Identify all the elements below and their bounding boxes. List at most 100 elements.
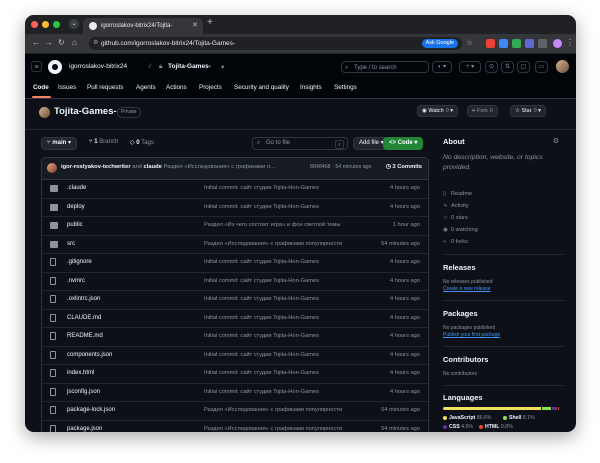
file-row[interactable]: .gitignore Initial commit: сайт студии To… [42,254,428,273]
file-name[interactable]: .oxlintrc.json [67,296,100,302]
file-commit-message[interactable]: Initial commit: сайт студии Tojita-Hon-G… [204,315,374,321]
file-commit-message[interactable]: Initial commit: сайт студии Tojita-Hon-G… [204,185,374,191]
tab-close-icon[interactable]: ✕ [192,18,198,34]
file-name[interactable]: jsconfig.json [67,389,100,395]
file-row[interactable]: public Раздел «Из чего состоит игра» и фо… [42,217,428,236]
watch-button[interactable]: ◉ Watch 0 ▾ [417,105,459,117]
browser-tab-active[interactable]: igorroslakov-bitrix24/Tojita- ✕ [83,18,203,34]
file-commit-message[interactable]: Initial commit: сайт студии Tojita-Hon-G… [204,204,374,210]
github-logo-icon[interactable] [48,60,62,74]
file-row[interactable]: src Раздел «Исследования» с графиками поп… [42,236,428,254]
extension-red-icon[interactable] [486,39,495,48]
inbox-icon[interactable]: ▭ [535,61,548,73]
activity-link[interactable]: ∿ Activity [443,203,469,209]
file-commit-message[interactable]: Initial commit: сайт студии Tojita-Hon-G… [204,352,374,358]
create-new-button[interactable]: + ▾ [459,61,481,73]
new-tab-icon[interactable]: + [207,17,213,28]
file-name[interactable]: CLAUDE.md [67,315,101,321]
star-button[interactable]: ☆ Star 0 ▾ [510,105,546,117]
file-commit-message[interactable]: Раздел «Исследования» с графиками популя… [204,241,374,247]
file-row[interactable]: README.md Initial commit: сайт студии Toj… [42,328,428,347]
issues-icon[interactable]: ⊙ [485,61,498,73]
gear-icon[interactable]: ⚙ [553,137,559,145]
pull-requests-icon[interactable]: ⇅ [501,61,514,73]
breadcrumb-owner[interactable]: igorroslakov-bitrix24 [69,63,127,70]
tab-security[interactable]: Security and quality [234,84,289,91]
tab-insights[interactable]: Insights [300,84,322,91]
reload-icon[interactable]: ↻ [58,38,65,47]
extensions-puzzle-icon[interactable] [538,39,547,48]
file-name[interactable]: src [67,241,75,247]
user-avatar[interactable] [556,60,569,73]
code-button[interactable]: <> Code ▾ [383,137,424,150]
file-row[interactable]: .claude Initial commit: сайт студии Tojit… [42,180,428,199]
file-row[interactable]: CLAUDE.md Initial commit: сайт студии Toj… [42,310,428,328]
global-search-input[interactable]: ⌕ Type / to search [341,61,429,73]
home-icon[interactable]: ⌂ [72,38,77,47]
file-row[interactable]: .nvmrc Initial commit: сайт студии Tojita… [42,273,428,291]
file-name[interactable]: .gitignore [67,259,92,265]
file-row[interactable]: jsconfig.json Initial commit: сайт студии… [42,384,428,402]
extension-green-icon[interactable] [512,39,521,48]
file-name[interactable]: public [67,222,83,228]
repo-name[interactable]: Tojita-Games- [54,106,117,117]
file-commit-message[interactable]: Раздел «Исследования» с графиками популя… [204,426,374,432]
file-row[interactable]: index.html Initial commit: сайт студии To… [42,365,428,384]
minimize-window-dot[interactable] [42,21,49,28]
branch-selector[interactable]: ⑂ main ▾ [41,137,77,150]
file-row[interactable]: package-lock.json Раздел «Исследования» с… [42,402,428,421]
file-name[interactable]: package.json [67,426,102,432]
packages-heading[interactable]: Packages [443,309,478,318]
file-name[interactable]: package-lock.json [67,407,115,413]
tab-search-icon[interactable]: ⌄ [69,19,79,29]
fork-button[interactable]: ⑂ Fork 0 [467,105,498,117]
commit-author-2[interactable]: claude [144,164,162,170]
language-shell[interactable]: Shell 8.1% [503,415,535,421]
commits-count[interactable]: ◷ 3 Commits [386,164,422,170]
file-commit-message[interactable]: Initial commit: сайт студии Tojita-Hon-G… [204,259,374,265]
tab-actions[interactable]: Actions [166,84,187,91]
commit-message[interactable]: Раздел «Исследования» с графиками п... [164,164,275,170]
stars-link[interactable]: ☆ 0 stars [443,215,468,221]
file-name[interactable]: components.json [67,352,112,358]
file-commit-message[interactable]: Initial commit: сайт студии Tojita-Hon-G… [204,389,374,395]
file-commit-message[interactable]: Initial commit: сайт студии Tojita-Hon-G… [204,370,374,376]
language-html[interactable]: HTML 0.8% [479,424,513,430]
file-commit-message[interactable]: Раздел «Исследования» с графиками популя… [204,407,374,413]
file-name[interactable]: README.md [67,333,103,339]
file-commit-message[interactable]: Initial commit: сайт студии Tojita-Hon-G… [204,296,374,302]
file-name[interactable]: .nvmrc [67,278,85,284]
file-name[interactable]: index.html [67,370,94,376]
back-arrow-icon[interactable]: ← [32,38,40,47]
publish-package-link[interactable]: Publish your first package [443,332,500,338]
maximize-window-dot[interactable] [53,21,60,28]
branches-link[interactable]: ⑂ 1 Branch [89,139,118,145]
go-to-file-input[interactable]: ⌕ Go to file t [252,137,348,150]
tab-projects[interactable]: Projects [199,84,222,91]
file-row[interactable]: package.json Раздел «Исследования» с граф… [42,421,428,432]
readme-link[interactable]: ▯ Readme [443,191,472,197]
copilot-button[interactable]: ◐ ▾ [432,61,452,73]
tab-issues[interactable]: Issues [58,84,76,91]
file-row[interactable]: components.json Initial commit: сайт студ… [42,347,428,365]
file-name[interactable]: deploy [67,204,85,210]
releases-heading[interactable]: Releases [443,263,476,272]
bookmark-star-icon[interactable]: ☆ [466,38,473,47]
site-info-icon[interactable]: ⚙ [93,37,98,50]
file-commit-message[interactable]: Initial commit: сайт студии Tojita-Hon-G… [204,333,374,339]
address-bar[interactable]: ⚙ github.com/igorroslakov-bitrix24/Tojit… [89,37,462,50]
tab-pull-requests[interactable]: Pull requests [87,84,123,91]
forward-arrow-icon[interactable]: → [45,38,53,47]
profile-icon[interactable] [553,39,562,48]
forks-link[interactable]: ⑂ 0 forks [443,239,468,245]
hamburger-menu-icon[interactable]: ≡ [31,61,42,72]
tab-agents[interactable]: Agents [136,84,156,91]
repo-switch-chevron-icon[interactable]: ▾ [221,63,224,71]
tags-link[interactable]: ◇ 0 Tags [130,139,154,146]
tab-code[interactable]: Code [33,84,49,91]
contributors-heading[interactable]: Contributors [443,355,488,364]
language-javascript[interactable]: JavaScript 86.6% [443,415,491,421]
ask-google-button[interactable]: Ask Google [421,39,458,48]
extension-purple-icon[interactable] [525,39,534,48]
file-row[interactable]: deploy Initial commit: сайт студии Tojita… [42,199,428,217]
